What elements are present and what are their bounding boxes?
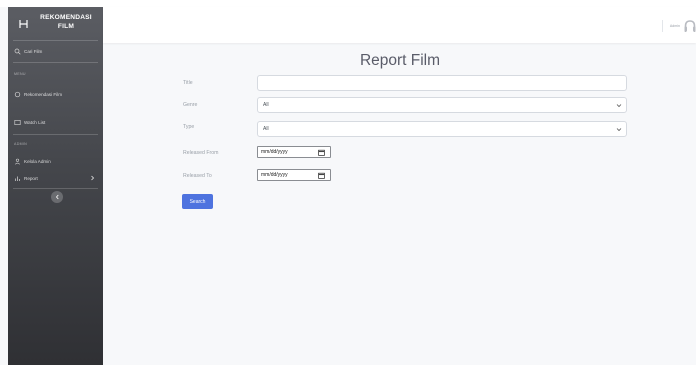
chevron-left-icon	[55, 194, 59, 200]
released-from-date-input[interactable]: mm/dd/yyyy	[257, 146, 331, 158]
brand-title: REKOMENDASI FILM	[40, 14, 92, 30]
sidebar-item-label: Report	[24, 175, 38, 181]
genre-selected-value: All	[263, 102, 269, 108]
calendar-icon[interactable]	[318, 149, 325, 156]
list-icon	[14, 119, 21, 125]
sidebar-section-admin: ADMIN	[14, 142, 28, 146]
sidebar-item-label: Cari Film	[24, 48, 43, 54]
sidebar-item-watch-list[interactable]: Watch List	[14, 116, 99, 128]
search-button[interactable]: Search	[182, 194, 213, 209]
genre-label: Genre	[183, 102, 198, 108]
title-label: Title	[183, 80, 193, 86]
sidebar-item-report[interactable]: Report	[14, 172, 99, 184]
released-to-label: Released To	[183, 173, 212, 179]
sidebar-divider	[13, 188, 98, 189]
chevron-right-icon	[91, 175, 95, 181]
sidebar: REKOMENDASI FILM Cari Film MENU Rekomend…	[8, 7, 103, 365]
chevron-down-icon	[616, 104, 622, 108]
sidebar-divider	[13, 62, 98, 63]
page-title: Report Film	[359, 52, 441, 69]
sidebar-divider	[13, 134, 98, 135]
sidebar-item-kelola-admin[interactable]: Kelola Admin	[14, 155, 99, 167]
calendar-icon[interactable]	[318, 172, 325, 179]
sidebar-item-label: Kelola Admin	[24, 158, 51, 164]
chart-icon	[15, 176, 20, 181]
released-to-value: mm/dd/yyyy	[261, 172, 288, 178]
sidebar-item-label: Watch List	[24, 119, 46, 125]
sidebar-section-menu: MENU	[14, 72, 26, 76]
film-icon	[19, 20, 28, 28]
released-from-label: Released From	[183, 150, 219, 156]
type-label: Type	[183, 124, 195, 130]
title-input[interactable]	[257, 75, 627, 91]
star-icon	[14, 91, 21, 97]
user-icon	[14, 158, 21, 165]
type-select[interactable]: All	[257, 121, 627, 137]
type-selected-value: All	[263, 126, 269, 132]
topbar: Admin	[103, 7, 696, 43]
topbar-divider	[662, 20, 663, 32]
search-icon	[14, 48, 21, 55]
sidebar-item-rekomendasi-film[interactable]: Rekomendasi Film	[14, 88, 99, 100]
sidebar-toggle-button[interactable]	[51, 191, 63, 203]
user-avatar-icon[interactable]	[684, 20, 696, 33]
chevron-down-icon	[616, 128, 622, 132]
sidebar-item-label: Rekomendasi Film	[24, 91, 63, 97]
released-from-value: mm/dd/yyyy	[261, 149, 288, 155]
top-strip	[0, 0, 696, 7]
released-to-date-input[interactable]: mm/dd/yyyy	[257, 169, 331, 181]
genre-select[interactable]: All	[257, 97, 627, 113]
sidebar-divider	[13, 40, 98, 41]
user-name[interactable]: Admin	[670, 24, 680, 28]
sidebar-item-cari-film[interactable]: Cari Film	[14, 45, 99, 57]
brand[interactable]: REKOMENDASI FILM	[8, 7, 103, 39]
